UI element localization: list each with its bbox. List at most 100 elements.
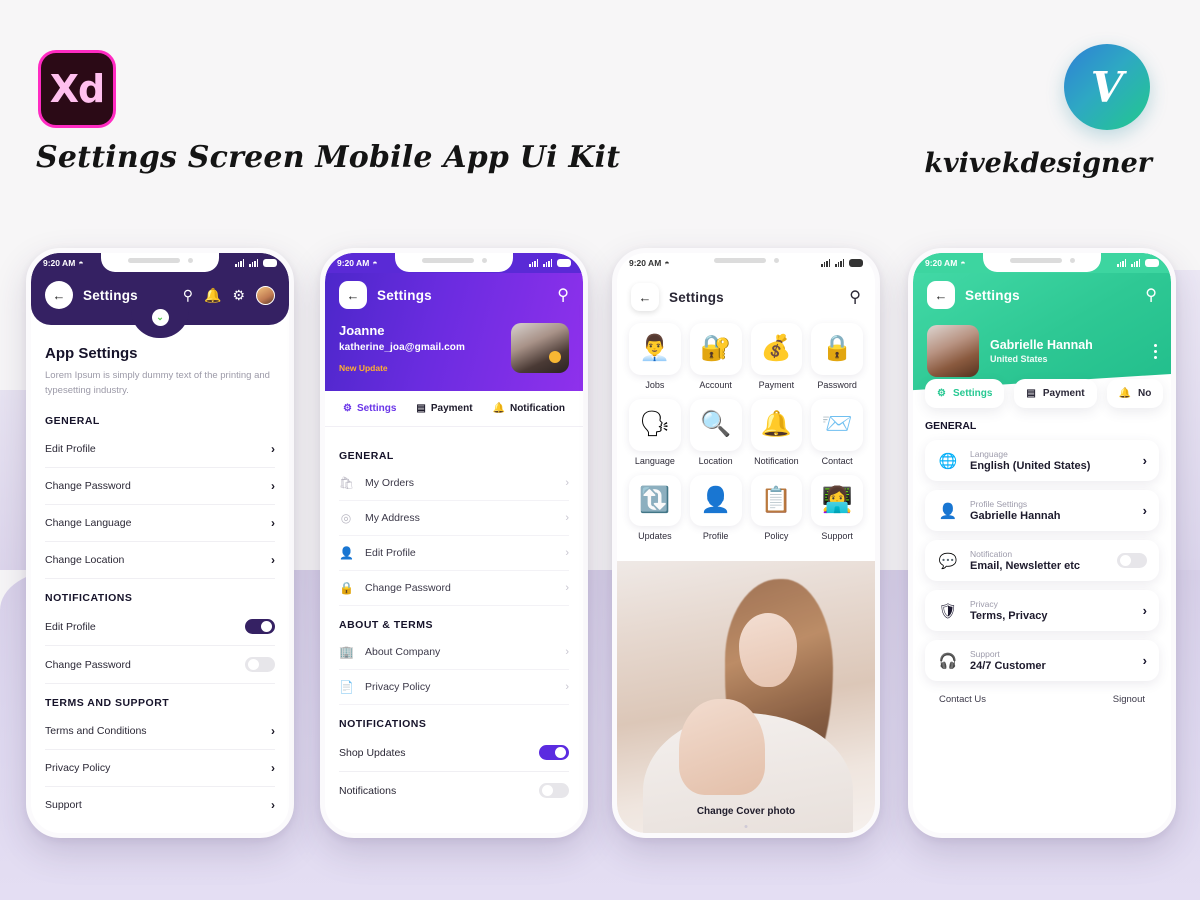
chevron-right-icon[interactable]: › (1143, 603, 1147, 618)
settings-card-text: Notification Email, Newsletter etc (970, 549, 1080, 572)
password-icon[interactable]: 🔒 (811, 323, 863, 375)
chevron-right-icon[interactable]: › (565, 512, 569, 524)
grid-tile-jobs[interactable]: 👨‍💼 Jobs (629, 323, 681, 390)
back-button[interactable]: ← (927, 281, 955, 309)
chevron-right-icon[interactable]: › (1143, 653, 1147, 668)
new-update-badge[interactable]: New Update (339, 363, 465, 373)
grid-tile-notification[interactable]: 🔔 Notification (750, 398, 803, 466)
chevron-right-icon[interactable]: › (271, 479, 275, 493)
bell-icon[interactable]: 🔔 (204, 287, 221, 304)
grid-tile-updates[interactable]: 🔃 Updates (629, 474, 681, 541)
settings-row[interactable]: Privacy Policy › (45, 750, 275, 788)
profile-photo[interactable] (927, 325, 979, 377)
jobs-icon[interactable]: 👨‍💼 (629, 323, 681, 375)
tab-settings[interactable]: ⚙ Settings (925, 379, 1005, 408)
settings-row[interactable]: 📄 Privacy Policy › (339, 670, 569, 705)
gear-icon[interactable]: ⚙ (232, 287, 245, 304)
chevron-right-icon[interactable]: › (565, 646, 569, 658)
kebab-icon[interactable] (1154, 343, 1157, 359)
phone-mockup-3: 9:20 AM ◓ ← Settings ⚲ (612, 248, 880, 838)
grid-tile-payment[interactable]: 💰 Payment (750, 323, 803, 390)
tab-no[interactable]: 🔔 No (1106, 379, 1164, 408)
settings-row-label: Edit Profile (365, 547, 416, 559)
notification-icon[interactable]: 🔔 (750, 398, 803, 451)
settings-row[interactable]: Support › (45, 787, 275, 823)
chevron-right-icon[interactable]: › (271, 798, 275, 812)
settings-row[interactable]: 🔒 Change Password › (339, 571, 569, 606)
search-icon[interactable]: ⚲ (1145, 285, 1157, 305)
grid-tile-policy[interactable]: 📋 Policy (750, 474, 803, 541)
back-button[interactable]: ← (45, 281, 73, 309)
change-cover-photo-label[interactable]: Change Cover photo (617, 806, 875, 817)
settings-row[interactable]: Shop Updates (339, 734, 569, 772)
settings-card[interactable]: 💬 Notification Email, Newsletter etc (925, 540, 1159, 581)
settings-row[interactable]: Change Language › (45, 505, 275, 543)
tab-notification[interactable]: 🔔 Notification (493, 403, 565, 414)
tab-payment[interactable]: ▤ Payment (416, 403, 472, 414)
grid-tile-password[interactable]: 🔒 Password (811, 323, 863, 390)
back-button[interactable]: ← (631, 283, 659, 311)
chevron-right-icon[interactable]: › (565, 582, 569, 594)
contact-icon[interactable]: 📨 (811, 398, 863, 451)
language-icon[interactable]: 🗣 (629, 398, 681, 451)
settings-row[interactable]: Edit Profile (45, 608, 275, 647)
policy-icon[interactable]: 📋 (750, 474, 803, 527)
settings-row[interactable]: ◎ My Address › (339, 501, 569, 536)
settings-row[interactable]: Change Password › (45, 468, 275, 506)
settings-row[interactable]: Notifications (339, 772, 569, 809)
settings-row[interactable]: 👤 Edit Profile › (339, 536, 569, 571)
grid-tile-support[interactable]: 👩‍💻 Support (811, 474, 863, 541)
chevron-right-icon[interactable]: › (565, 547, 569, 559)
settings-toggle[interactable] (539, 745, 569, 760)
settings-row[interactable]: Edit Profile › (45, 431, 275, 469)
support-icon[interactable]: 👩‍💻 (811, 474, 863, 527)
cover-photo[interactable]: Change Cover photo (617, 561, 875, 833)
settings-card[interactable]: 👤 Profile Settings Gabrielle Hannah › (925, 490, 1159, 531)
card-icon: ▤ (416, 403, 426, 414)
chevron-down-icon[interactable]: ⌄ (151, 309, 169, 326)
settings-row[interactable]: 🏢 About Company › (339, 635, 569, 670)
tab-label: Settings (952, 388, 993, 399)
settings-row[interactable]: 🛍 My Orders › (339, 466, 569, 501)
chevron-right-icon[interactable]: › (565, 681, 569, 693)
contact-us-link[interactable]: Contact Us (939, 694, 986, 705)
chevron-right-icon[interactable]: › (565, 477, 569, 489)
search-icon[interactable]: ⚲ (557, 285, 569, 305)
updates-icon[interactable]: 🔃 (629, 474, 681, 527)
settings-toggle[interactable] (245, 619, 275, 635)
chevron-right-icon[interactable]: › (271, 761, 275, 775)
settings-toggle[interactable] (539, 783, 569, 798)
chevron-right-icon[interactable]: › (271, 553, 275, 567)
settings-toggle[interactable] (245, 657, 275, 673)
settings-row[interactable]: Terms and Conditions › (45, 713, 275, 751)
profile-icon[interactable]: 👤 (689, 474, 742, 527)
settings-row[interactable]: Change Password (45, 646, 275, 685)
grid-tile-language[interactable]: 🗣 Language (629, 398, 681, 466)
grid-tile-profile[interactable]: 👤 Profile (689, 474, 742, 541)
tab-settings[interactable]: ⚙ Settings (343, 403, 396, 414)
grid-tile-contact[interactable]: 📨 Contact (811, 398, 863, 466)
settings-card[interactable]: 🎧 Support 24/7 Customer › (925, 640, 1159, 681)
back-button[interactable]: ← (339, 281, 367, 309)
search-icon[interactable]: ⚲ (183, 287, 193, 304)
settings-row[interactable]: Change Location › (45, 542, 275, 580)
chevron-right-icon[interactable]: › (271, 442, 275, 456)
location-icon[interactable]: 🔍 (689, 398, 742, 451)
grid-tile-location[interactable]: 🔍 Location (689, 398, 742, 466)
settings-card[interactable]: 🌐 Language English (United States) › (925, 440, 1159, 481)
avatar[interactable] (256, 285, 275, 305)
chevron-right-icon[interactable]: › (271, 724, 275, 738)
signout-link[interactable]: Signout (1113, 694, 1145, 705)
chevron-right-icon[interactable]: › (1143, 503, 1147, 518)
payment-icon[interactable]: 💰 (750, 323, 803, 375)
grid-tile-account[interactable]: 🔐 Account (689, 323, 742, 390)
profile-photo[interactable] (511, 323, 569, 373)
account-icon[interactable]: 🔐 (689, 323, 742, 375)
tab-payment[interactable]: ▤ Payment (1014, 379, 1097, 408)
chevron-right-icon[interactable]: › (271, 516, 275, 530)
settings-toggle[interactable] (1117, 553, 1147, 568)
settings-card[interactable]: 🛡 Privacy Terms, Privacy › (925, 590, 1159, 631)
chevron-right-icon[interactable]: › (1143, 453, 1147, 468)
search-icon[interactable]: ⚲ (849, 287, 861, 307)
phone1-screen: 9:20 AM ◓ ← Settings ⚲ 🔔 ⚙ ⌄ App Setting… (31, 253, 289, 833)
